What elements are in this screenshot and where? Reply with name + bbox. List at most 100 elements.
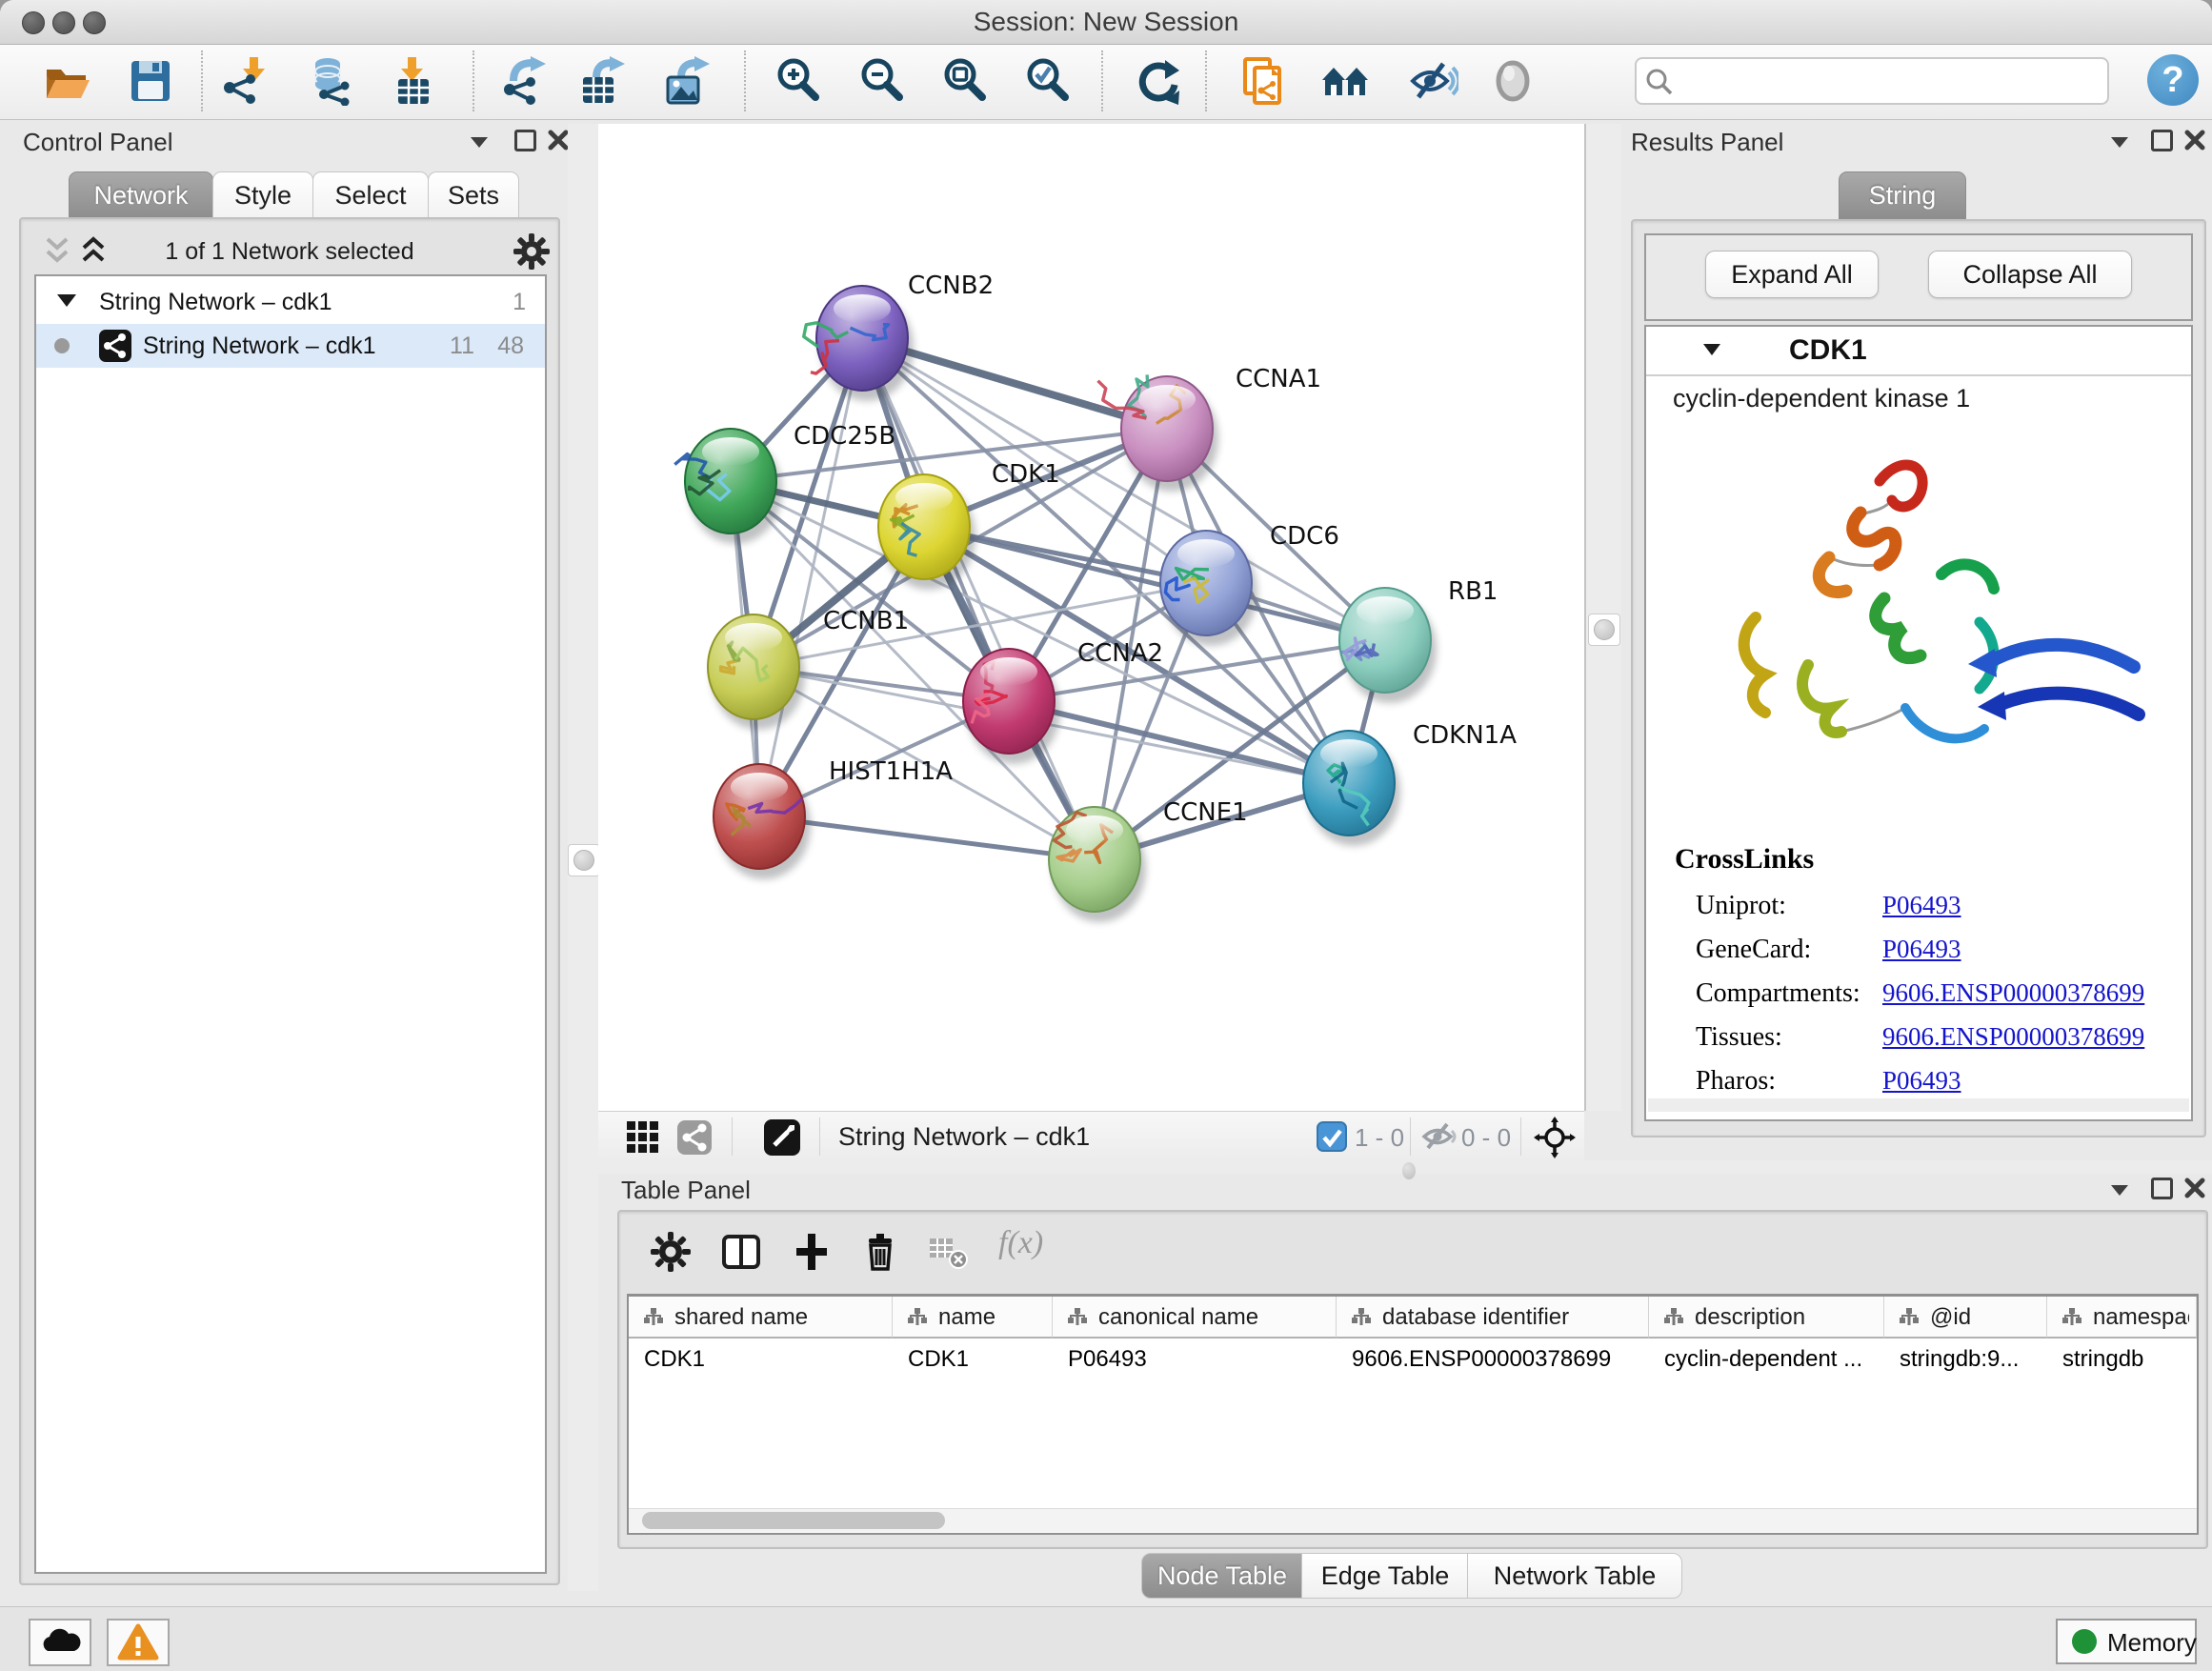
collection-count: 1	[484, 289, 526, 316]
crosslink-label: Compartments:	[1696, 978, 1860, 1009]
table-h-scrollbar-thumb[interactable]	[642, 1512, 945, 1529]
node-label-hist1h1a: HIST1H1A	[829, 757, 953, 786]
export-image-icon[interactable]	[662, 56, 712, 106]
options-gear-icon[interactable]	[513, 232, 551, 271]
memory-button[interactable]: Memory	[2056, 1619, 2197, 1664]
cell-namespac[interactable]: stringdb	[2062, 1346, 2189, 1373]
network-canvas[interactable]: CCNB2CCNA1CDC25BCDK1CDC6RB1CCNB1CCNA2CDK…	[598, 124, 1586, 1111]
panel-float-icon[interactable]	[2111, 1185, 2128, 1196]
crosslink-value-link[interactable]: P06493	[1882, 1066, 1961, 1096]
zoom-out-icon[interactable]	[857, 56, 907, 106]
results-panel-title: Results Panel	[1631, 128, 1783, 157]
table-header-row: shared namenamecanonical namedatabase id…	[629, 1297, 2197, 1339]
column-type-icon	[1066, 1306, 1089, 1329]
cell-database-identifier[interactable]: 9606.ENSP00000378699	[1352, 1346, 1641, 1373]
save-session-icon[interactable]	[126, 56, 175, 106]
help-button[interactable]: ?	[2147, 54, 2199, 106]
right-splitter[interactable]	[1584, 124, 1621, 1111]
panel-close-icon[interactable]	[547, 129, 570, 151]
column-header-name[interactable]: name	[893, 1297, 1053, 1339]
collection-expand-icon[interactable]	[57, 294, 76, 307]
cloud-button[interactable]	[29, 1619, 91, 1666]
cdk1-scrollbar-track[interactable]	[1648, 1098, 2189, 1112]
table-panel-title: Table Panel	[621, 1176, 751, 1205]
node-label-rb1: RB1	[1448, 577, 1498, 606]
selected-checkbox-icon[interactable]	[1317, 1121, 1347, 1152]
refresh-icon[interactable]	[1134, 56, 1183, 106]
expand-all-button[interactable]: Expand All	[1705, 251, 1879, 298]
node-label-ccna1: CCNA1	[1236, 365, 1321, 393]
panel-float-icon[interactable]	[2111, 137, 2128, 148]
delete-column-icon[interactable]	[859, 1231, 901, 1273]
cdk1-collapse-icon[interactable]	[1703, 344, 1720, 355]
birds-eye-view-icon[interactable]	[762, 1117, 802, 1158]
cell-shared-name[interactable]: CDK1	[644, 1346, 885, 1373]
node-table: shared namenamecanonical namedatabase id…	[627, 1294, 2199, 1535]
column-header-shared-name[interactable]: shared name	[629, 1297, 893, 1339]
horizontal-splitter[interactable]	[598, 1160, 2212, 1174]
network-thumb-icon[interactable]	[676, 1119, 713, 1156]
tab-string[interactable]: String	[1839, 171, 1966, 220]
tab-edge-table[interactable]: Edge Table	[1301, 1553, 1469, 1599]
column-header-database-identifier[interactable]: database identifier	[1337, 1297, 1649, 1339]
fit-crosshair-icon[interactable]	[1534, 1117, 1576, 1158]
zoom-selected-icon[interactable]	[1023, 56, 1073, 106]
zoom-fit-icon[interactable]	[940, 56, 990, 106]
grid-view-icon[interactable]	[625, 1119, 661, 1156]
table-row[interactable]: CDK1 CDK1 P06493 9606.ENSP00000378699 cyclin…	[629, 1339, 2197, 1379]
collapse-all-button[interactable]: Collapse All	[1928, 251, 2132, 298]
node-label-cdk1: CDK1	[992, 460, 1060, 489]
crosslink-value-link[interactable]: P06493	[1882, 935, 1961, 964]
column-header-description[interactable]: description	[1649, 1297, 1884, 1339]
tab-sets[interactable]: Sets	[428, 171, 519, 220]
left-splitter-handle[interactable]	[568, 844, 600, 876]
import-network-icon[interactable]	[222, 56, 271, 106]
cell--id[interactable]: stringdb:9...	[1900, 1346, 2040, 1373]
node-label-ccna2: CCNA2	[1077, 639, 1163, 668]
warning-icon	[109, 1621, 168, 1664]
tab-network[interactable]: Network	[69, 171, 213, 220]
network-row-selected[interactable]: String Network – cdk1 11 48	[36, 324, 545, 368]
panel-close-icon[interactable]	[2183, 129, 2206, 151]
network-edge-ccnb2-hist1h1a[interactable]	[759, 338, 862, 816]
search-input[interactable]	[1679, 61, 2101, 99]
tab-network-table[interactable]: Network Table	[1467, 1553, 1682, 1599]
network-collection-row[interactable]: String Network – cdk1 1	[36, 280, 545, 324]
panel-maximize-icon[interactable]	[2151, 130, 2173, 151]
column-header--id[interactable]: @id	[1884, 1297, 2047, 1339]
hide-panel-icon[interactable]	[1409, 56, 1458, 106]
import-database-icon[interactable]	[307, 56, 356, 106]
right-splitter-handle[interactable]	[1588, 614, 1620, 646]
copy-network-icon[interactable]	[1239, 56, 1289, 106]
table-h-scrollbar[interactable]	[629, 1508, 2197, 1532]
cdk1-header[interactable]: CDK1	[1646, 327, 2191, 376]
home-icon[interactable]	[1320, 56, 1370, 106]
cell-name[interactable]: CDK1	[908, 1346, 1045, 1373]
export-table-icon[interactable]	[577, 56, 627, 106]
panel-maximize-icon[interactable]	[514, 130, 536, 151]
crosslink-value-link[interactable]: 9606.ENSP00000378699	[1882, 978, 2144, 1008]
export-network-icon[interactable]	[500, 56, 550, 106]
column-header-namespac[interactable]: namespac	[2047, 1297, 2197, 1339]
panel-float-icon[interactable]	[471, 137, 488, 148]
panel-close-icon[interactable]	[2183, 1177, 2206, 1199]
open-session-icon[interactable]	[42, 56, 91, 106]
zoom-in-icon[interactable]	[774, 56, 823, 106]
warning-button[interactable]	[107, 1619, 170, 1666]
import-table-icon[interactable]	[391, 56, 440, 106]
hidden-eye-icon[interactable]	[1421, 1121, 1458, 1152]
cell-description[interactable]: cyclin-dependent ...	[1664, 1346, 1877, 1373]
panel-maximize-icon[interactable]	[2151, 1178, 2173, 1199]
cell-canonical-name[interactable]: P06493	[1068, 1346, 1329, 1373]
crosslink-value-link[interactable]: P06493	[1882, 891, 1961, 920]
column-header-canonical-name[interactable]: canonical name	[1053, 1297, 1337, 1339]
column-type-icon	[1898, 1306, 1920, 1329]
table-gear-icon[interactable]	[650, 1231, 692, 1273]
tab-select[interactable]: Select	[312, 171, 429, 220]
crosslink-value-link[interactable]: 9606.ENSP00000378699	[1882, 1022, 2144, 1052]
add-column-icon[interactable]	[791, 1231, 833, 1273]
left-splitter[interactable]	[568, 124, 598, 1591]
show-columns-icon[interactable]	[720, 1231, 762, 1273]
tab-style[interactable]: Style	[212, 171, 313, 220]
tab-node-table[interactable]: Node Table	[1141, 1553, 1303, 1599]
